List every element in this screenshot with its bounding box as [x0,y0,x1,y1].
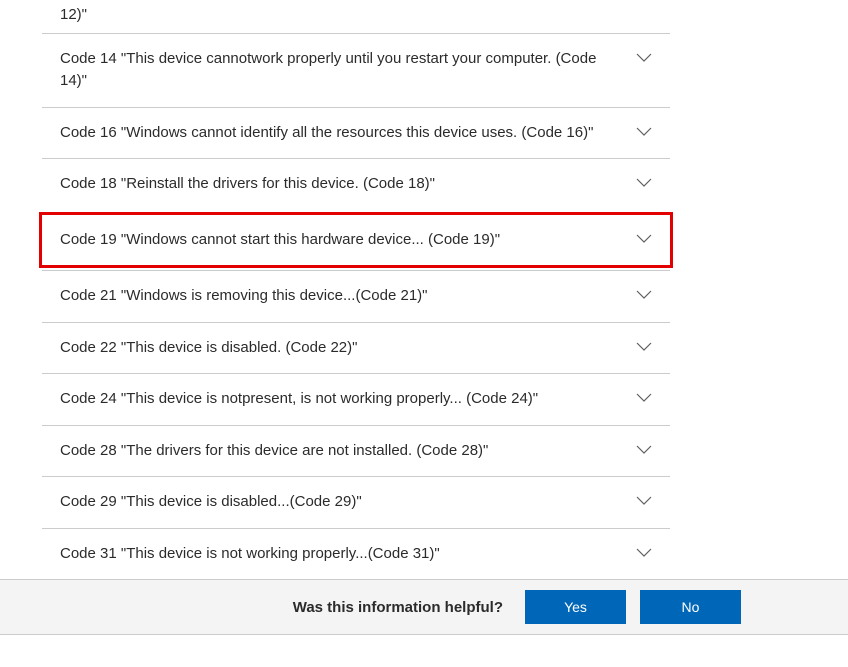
accordion-label: Code 29 "This device is disabled...(Code… [60,491,374,514]
chevron-down-icon [636,445,652,455]
chevron-down-icon [636,234,652,244]
accordion-label: Code 21 "Windows is removing this device… [60,285,439,308]
partial-label: 12)" [60,6,87,23]
chevron-down-icon [636,342,652,352]
accordion-label: Code 19 "Windows cannot start this hardw… [60,229,512,252]
accordion-item-code14[interactable]: Code 14 "This device cannotwork properly… [42,33,670,107]
accordion-item-code21[interactable]: Code 21 "Windows is removing this device… [42,270,670,322]
feedback-question: Was this information helpful? [293,599,503,616]
accordion-label: Code 31 "This device is not working prop… [60,543,452,566]
accordion-label: Code 16 "Windows cannot identify all the… [60,122,605,145]
chevron-down-icon [636,496,652,506]
chevron-down-icon [636,393,652,403]
feedback-yes-button[interactable]: Yes [525,590,626,624]
accordion-label: Code 22 "This device is disabled. (Code … [60,337,369,360]
accordion-item-code29[interactable]: Code 29 "This device is disabled...(Code… [42,476,670,528]
chevron-down-icon [636,53,652,63]
chevron-down-icon [636,548,652,558]
accordion-label: Code 24 "This device is notpresent, is n… [60,388,550,411]
partial-row: 12)" [42,0,670,33]
accordion-label: Code 28 "The drivers for this device are… [60,440,500,463]
accordion-item-code24[interactable]: Code 24 "This device is notpresent, is n… [42,373,670,425]
accordion-item-code31[interactable]: Code 31 "This device is not working prop… [42,528,670,580]
feedback-bar: Was this information helpful? Yes No [0,579,848,635]
accordion-item-code16[interactable]: Code 16 "Windows cannot identify all the… [42,107,670,159]
chevron-down-icon [636,290,652,300]
accordion-item-code18[interactable]: Code 18 "Reinstall the drivers for this … [42,158,670,210]
accordion-item-code28[interactable]: Code 28 "The drivers for this device are… [42,425,670,477]
accordion-item-code22[interactable]: Code 22 "This device is disabled. (Code … [42,322,670,374]
chevron-down-icon [636,127,652,137]
accordion-label: Code 14 "This device cannotwork properly… [60,48,636,93]
accordion-item-code19[interactable]: Code 19 "Windows cannot start this hardw… [39,212,673,269]
feedback-no-button[interactable]: No [640,590,741,624]
accordion-label: Code 18 "Reinstall the drivers for this … [60,173,447,196]
accordion-list: 12)" Code 14 "This device cannotwork pro… [42,0,670,579]
feedback-inner: Was this information helpful? Yes No [131,590,759,624]
chevron-down-icon [636,178,652,188]
